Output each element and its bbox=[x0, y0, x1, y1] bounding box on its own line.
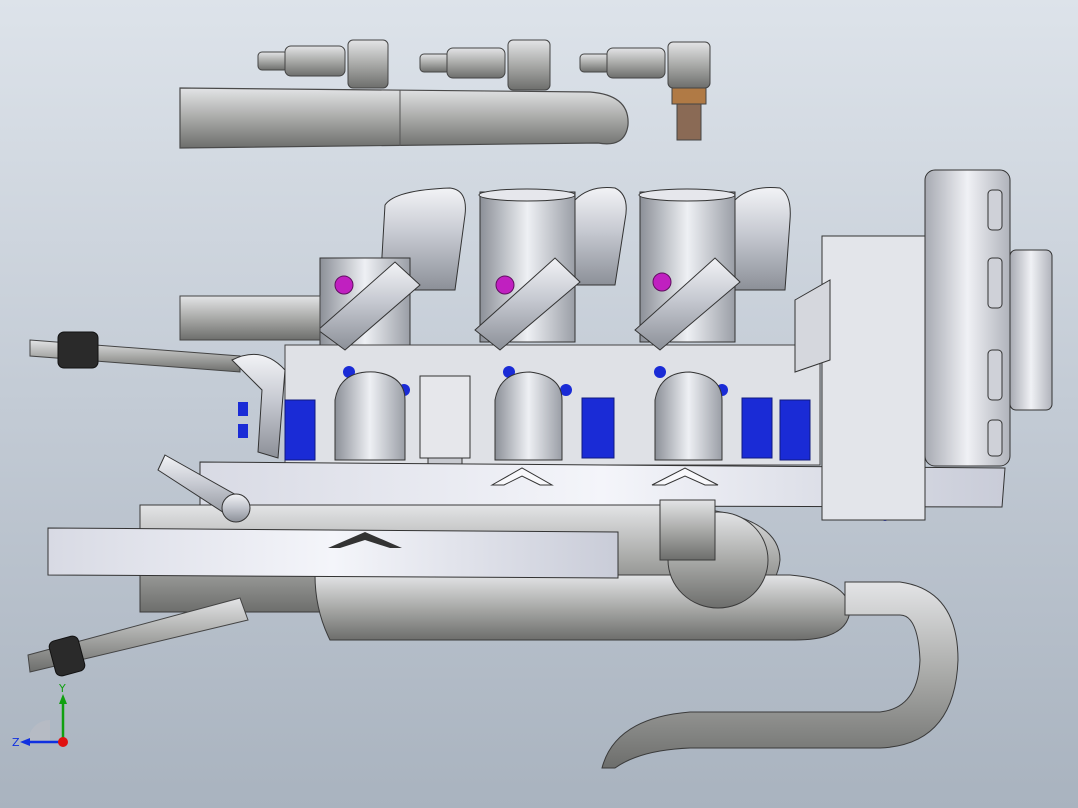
injector-2[interactable] bbox=[419, 39, 551, 91]
coordinate-triad[interactable]: Y Z bbox=[8, 680, 88, 760]
coolant-flange-3[interactable] bbox=[734, 187, 791, 291]
x-axis-origin-dot bbox=[58, 737, 68, 747]
fuel-rail-pipe[interactable] bbox=[179, 87, 629, 149]
exhaust-ports[interactable] bbox=[334, 371, 723, 461]
intake-tube[interactable] bbox=[179, 295, 321, 341]
z-axis-label: Z bbox=[12, 736, 20, 749]
y-axis-label: Y bbox=[58, 682, 66, 695]
spark-cap-2 bbox=[495, 275, 515, 295]
spark-cap-3 bbox=[652, 272, 672, 292]
3d-model-viewport[interactable]: Y Z bbox=[0, 0, 1078, 808]
engine-assembly-model[interactable] bbox=[0, 0, 1078, 808]
ignition-module[interactable] bbox=[419, 375, 471, 459]
lower-mounting-plate[interactable] bbox=[47, 527, 619, 579]
turbocharger[interactable] bbox=[794, 169, 1053, 521]
injector-1[interactable] bbox=[257, 39, 389, 89]
turbo-outlet[interactable] bbox=[1009, 249, 1053, 411]
spark-cap-1 bbox=[334, 275, 354, 295]
z-axis-arrow-icon bbox=[20, 738, 30, 746]
coolant-flange-2[interactable] bbox=[569, 187, 627, 286]
fuel-rail-assembly[interactable] bbox=[179, 39, 711, 149]
y-axis-arrow-icon bbox=[59, 694, 67, 704]
